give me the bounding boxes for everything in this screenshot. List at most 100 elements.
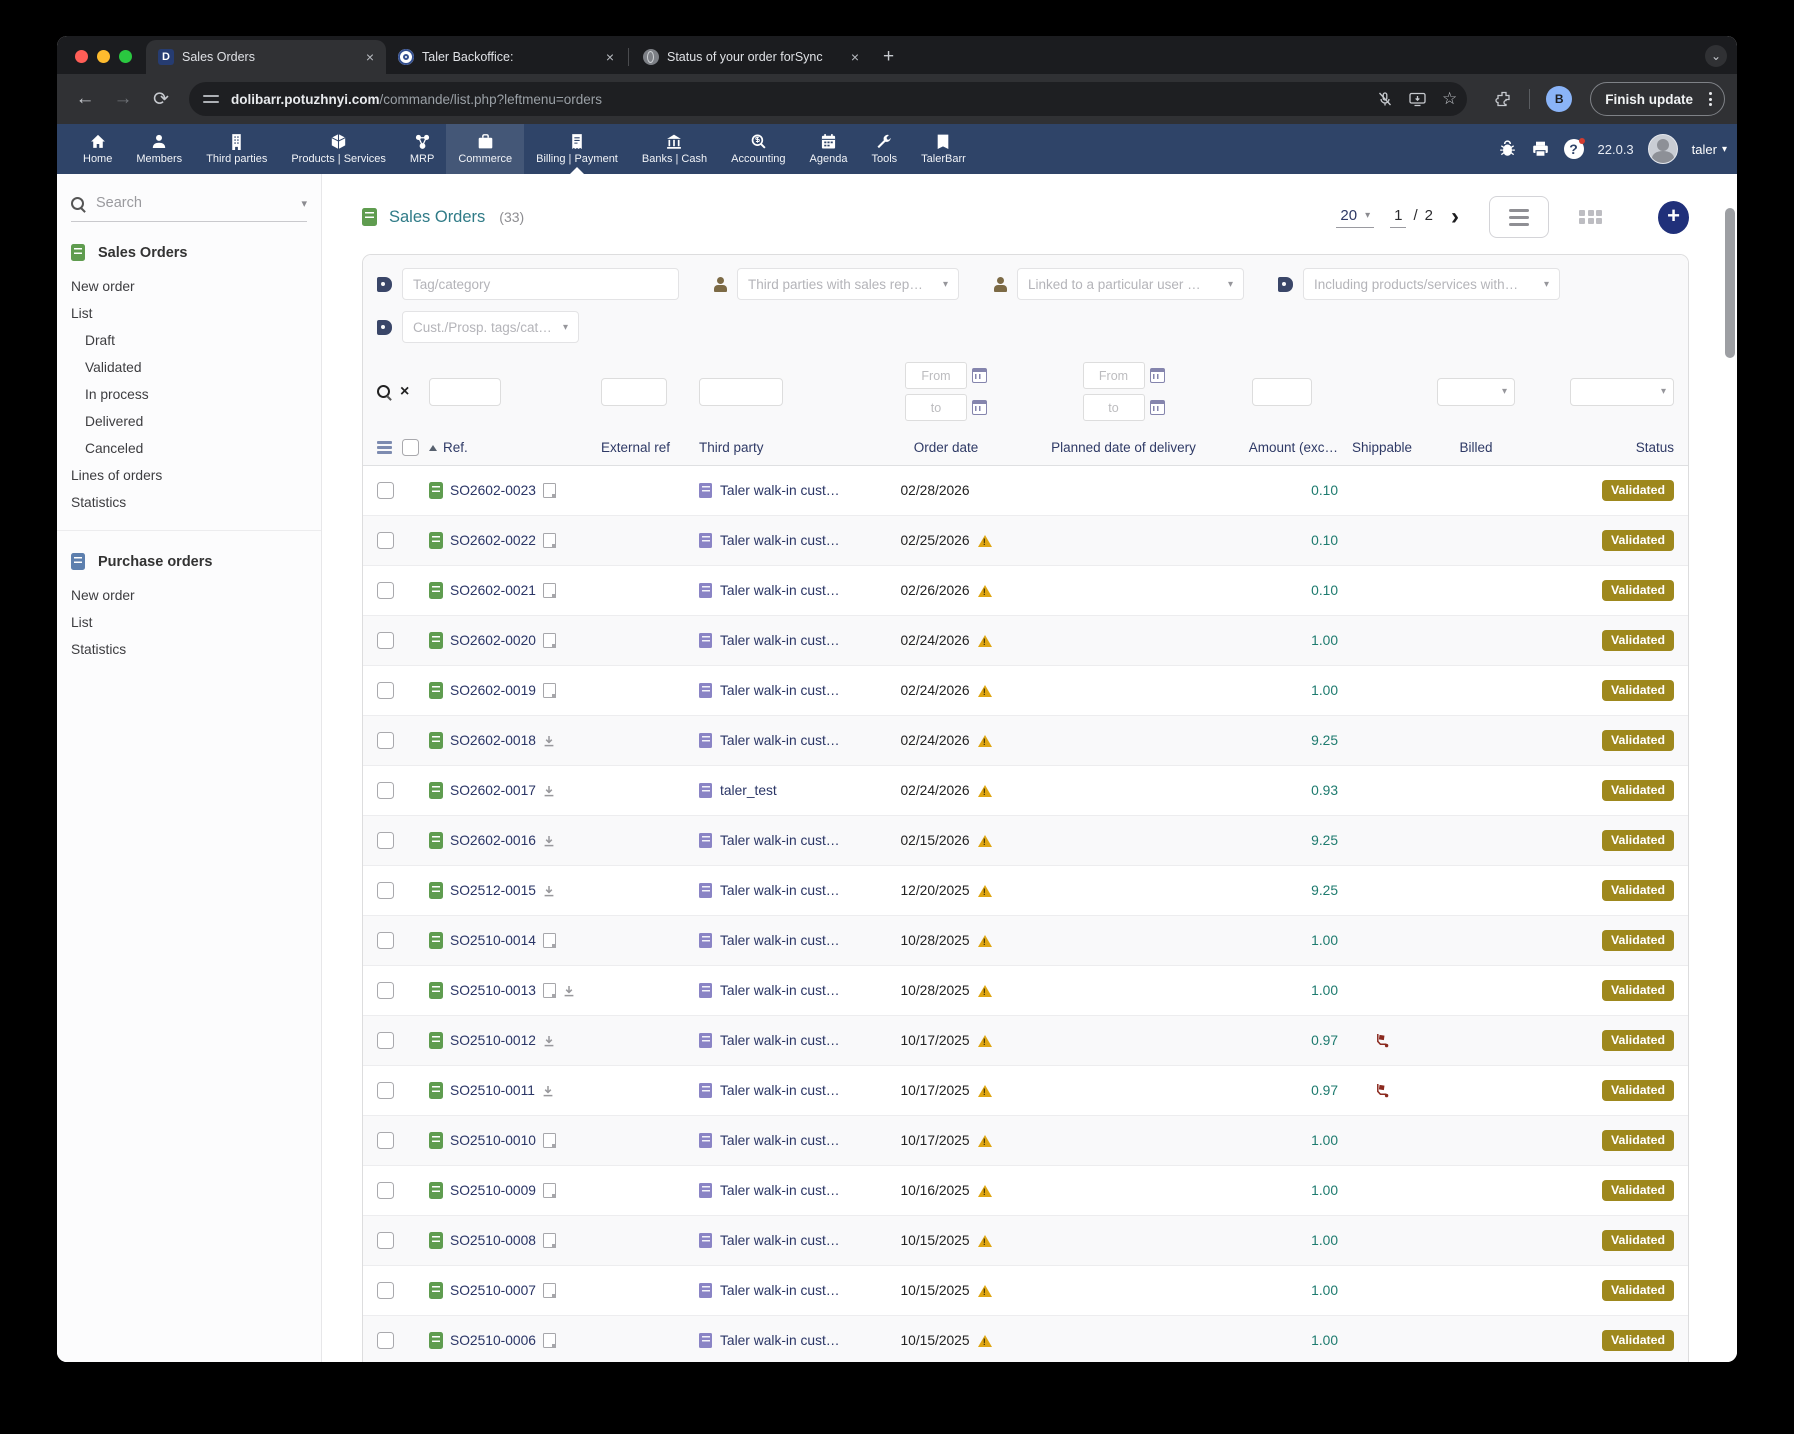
order-ref-link[interactable]: SO2510-0011 [450, 1083, 535, 1098]
row-checkbox[interactable] [377, 1282, 394, 1299]
third-party-link[interactable]: Taler walk-in cust… [720, 1183, 840, 1198]
planned-date-from-input[interactable] [1083, 362, 1145, 389]
third-party-link[interactable]: Taler walk-in cust… [720, 1133, 840, 1148]
note-icon[interactable] [543, 983, 556, 998]
note-icon[interactable] [543, 633, 556, 648]
cust-prosp-tags-select[interactable]: Cust./Prosp. tags/cat… ▾ [402, 311, 579, 343]
order-ref-link[interactable]: SO2602-0016 [450, 833, 536, 848]
third-party-link[interactable]: Taler walk-in cust… [720, 933, 840, 948]
extensions-icon[interactable] [1495, 90, 1513, 108]
user-menu[interactable]: taler▾ [1692, 142, 1727, 157]
help-icon[interactable]: ? [1564, 139, 1584, 159]
search-amount-input[interactable] [1252, 378, 1312, 406]
list-view-button[interactable] [1489, 196, 1549, 238]
add-order-button[interactable]: + [1658, 201, 1689, 234]
menu-mrp[interactable]: MRP [398, 124, 446, 174]
third-party-link[interactable]: Taler walk-in cust… [720, 1233, 840, 1248]
download-icon[interactable] [543, 835, 555, 847]
menu-agenda[interactable]: Agenda [798, 124, 860, 174]
row-checkbox[interactable] [377, 982, 394, 999]
row-checkbox[interactable] [377, 1332, 394, 1349]
header-external-ref[interactable]: External ref [601, 440, 699, 455]
forward-button[interactable]: → [107, 83, 139, 115]
third-party-link[interactable]: Taler walk-in cust… [720, 1333, 840, 1348]
note-icon[interactable] [543, 483, 556, 498]
calendar-icon[interactable] [1150, 400, 1165, 415]
row-checkbox[interactable] [377, 582, 394, 599]
order-ref-link[interactable]: SO2510-0007 [450, 1283, 536, 1298]
menu-banks-cash[interactable]: Banks | Cash [630, 124, 719, 174]
bug-icon[interactable] [1498, 140, 1517, 158]
third-party-link[interactable]: Taler walk-in cust… [720, 833, 840, 848]
chevron-down-icon[interactable]: ▾ [301, 197, 307, 210]
row-checkbox[interactable] [377, 1032, 394, 1049]
header-amount[interactable]: Amount (exc… [1226, 440, 1338, 455]
sidebar-item-po-statistics[interactable]: Statistics [71, 636, 307, 663]
row-checkbox[interactable] [377, 882, 394, 899]
menu-accounting[interactable]: Accounting [719, 124, 797, 174]
row-checkbox[interactable] [377, 632, 394, 649]
sidebar-item-canceled[interactable]: Canceled [71, 435, 307, 462]
tag-category-input[interactable] [402, 268, 679, 300]
sidebar-item-new-order[interactable]: New order [71, 273, 307, 300]
order-ref-link[interactable]: SO2602-0023 [450, 483, 536, 498]
menu-home[interactable]: Home [71, 124, 124, 174]
browser-profile-avatar[interactable]: B [1546, 86, 1572, 112]
sidebar-item-po-new-order[interactable]: New order [71, 582, 307, 609]
linked-user-select[interactable]: Linked to a particular user … ▾ [1017, 268, 1244, 300]
header-ref[interactable]: Ref. [429, 440, 601, 455]
third-party-link[interactable]: Taler walk-in cust… [720, 633, 840, 648]
row-checkbox[interactable] [377, 832, 394, 849]
order-date-to-input[interactable] [905, 394, 967, 421]
order-ref-link[interactable]: SO2602-0022 [450, 533, 536, 548]
order-ref-link[interactable]: SO2510-0012 [450, 1033, 536, 1048]
sidebar-item-list[interactable]: List [71, 300, 307, 327]
search-external-ref-input[interactable] [601, 378, 667, 406]
menu-tools[interactable]: Tools [859, 124, 909, 174]
print-icon[interactable] [1531, 140, 1550, 158]
download-icon[interactable] [543, 885, 555, 897]
order-ref-link[interactable]: SO2602-0018 [450, 733, 536, 748]
current-page[interactable]: 1 [1390, 207, 1406, 228]
sidebar-item-draft[interactable]: Draft [71, 327, 307, 354]
third-party-link[interactable]: Taler walk-in cust… [720, 983, 840, 998]
user-avatar[interactable] [1648, 134, 1678, 164]
order-ref-link[interactable]: SO2510-0008 [450, 1233, 536, 1248]
header-third-party[interactable]: Third party [699, 440, 871, 455]
maximize-window-button[interactable] [119, 50, 132, 63]
menu-commerce[interactable]: Commerce [446, 124, 524, 174]
finish-update-button[interactable]: Finish update [1590, 82, 1725, 116]
note-icon[interactable] [543, 533, 556, 548]
note-icon[interactable] [543, 933, 556, 948]
third-party-link[interactable]: Taler walk-in cust… [720, 483, 840, 498]
note-icon[interactable] [543, 1333, 556, 1348]
sidebar-item-in-process[interactable]: In process [71, 381, 307, 408]
bookmark-star-icon[interactable]: ☆ [1442, 89, 1457, 109]
calendar-icon[interactable] [972, 400, 987, 415]
page-size-select[interactable]: 20▾ [1336, 207, 1374, 228]
order-ref-link[interactable]: SO2510-0014 [450, 933, 536, 948]
third-party-link[interactable]: Taler walk-in cust… [720, 583, 840, 598]
sidebar-item-po-list[interactable]: List [71, 609, 307, 636]
sidebar-item-validated[interactable]: Validated [71, 354, 307, 381]
tab-order-status[interactable]: Status of your order forSync × [631, 40, 871, 74]
order-date-from-input[interactable] [905, 362, 967, 389]
browser-menu-icon[interactable] [1703, 92, 1718, 106]
header-planned-date[interactable]: Planned date of delivery [1021, 440, 1226, 455]
download-icon[interactable] [543, 1035, 555, 1047]
install-app-icon[interactable] [1409, 92, 1426, 107]
download-icon[interactable] [563, 985, 575, 997]
search-status-select[interactable]: ▾ [1570, 378, 1674, 406]
planned-date-to-input[interactable] [1083, 394, 1145, 421]
tab-search-button[interactable]: ⌄ [1705, 45, 1727, 67]
row-checkbox[interactable] [377, 482, 394, 499]
run-search-icon[interactable] [377, 385, 390, 398]
clear-search-icon[interactable]: × [400, 383, 409, 401]
sidebar-item-lines-of-orders[interactable]: Lines of orders [71, 462, 307, 489]
calendar-icon[interactable] [1150, 368, 1165, 383]
third-party-link[interactable]: Taler walk-in cust… [720, 733, 840, 748]
third-party-link[interactable]: Taler walk-in cust… [720, 1033, 840, 1048]
sidebar-search[interactable]: ▾ [71, 194, 307, 222]
tab-close-icon[interactable]: × [364, 49, 376, 65]
next-page-button[interactable]: › [1451, 205, 1459, 229]
